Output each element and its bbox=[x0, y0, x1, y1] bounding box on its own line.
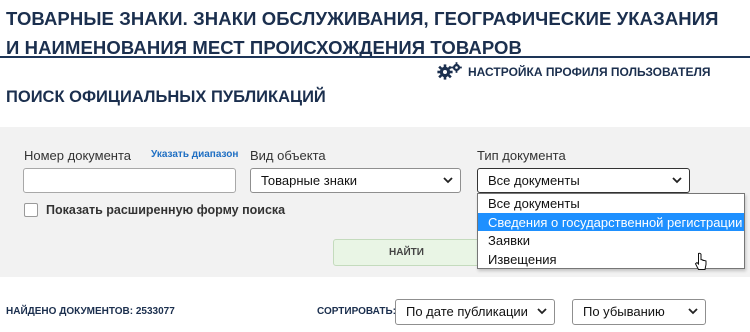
chevron-down-icon bbox=[537, 308, 547, 315]
doc-type-select[interactable]: Все документы bbox=[477, 168, 690, 193]
sort-by-select[interactable]: По дате публикации bbox=[395, 299, 555, 325]
specify-range-link[interactable]: Указать диапазон bbox=[151, 149, 238, 160]
doc-number-label: Номер документа bbox=[24, 148, 132, 163]
dropdown-option-all-documents[interactable]: Все документы bbox=[478, 194, 744, 213]
chevron-down-icon bbox=[688, 308, 698, 315]
object-type-select[interactable]: Товарные знаки bbox=[250, 168, 461, 193]
header-divider bbox=[0, 56, 750, 58]
dropdown-option-registration-info[interactable]: Сведения о государственной регистрации bbox=[478, 212, 744, 231]
profile-settings-link[interactable]: НАСТРОЙКА ПРОФИЛЯ ПОЛЬЗОВАТЕЛЯ bbox=[437, 61, 711, 83]
extended-form-label[interactable]: Показать расширенную форму поиска bbox=[46, 203, 285, 217]
dropdown-option-applications[interactable]: Заявки bbox=[478, 231, 744, 250]
documents-found-count: НАЙДЕНО ДОКУМЕНТОВ: 2533077 bbox=[6, 306, 175, 317]
sort-label: СОРТИРОВАТЬ: bbox=[317, 306, 396, 317]
find-button[interactable]: НАЙТИ bbox=[333, 239, 480, 266]
chevron-down-icon bbox=[672, 177, 682, 184]
section-title: ПОИСК ОФИЦИАЛЬНЫХ ПУБЛИКАЦИЙ bbox=[6, 88, 326, 106]
extended-form-checkbox[interactable] bbox=[24, 203, 38, 217]
object-type-value: Товарные знаки bbox=[261, 173, 358, 188]
page-header-title: ТОВАРНЫЕ ЗНАКИ. ЗНАКИ ОБСЛУЖИВАНИЯ, ГЕОГ… bbox=[6, 8, 719, 58]
doc-type-value: Все документы bbox=[488, 173, 580, 188]
doc-type-label: Тип документа bbox=[477, 148, 566, 163]
object-type-label: Вид объекта bbox=[250, 148, 326, 163]
sort-by-value: По дате публикации bbox=[406, 304, 528, 319]
gears-icon bbox=[437, 61, 463, 83]
doc-number-input[interactable] bbox=[23, 168, 236, 193]
chevron-down-icon bbox=[443, 177, 453, 184]
mouse-pointer-icon bbox=[694, 252, 707, 270]
profile-settings-label: НАСТРОЙКА ПРОФИЛЯ ПОЛЬЗОВАТЕЛЯ bbox=[468, 65, 711, 79]
sort-order-value: По убыванию bbox=[583, 304, 665, 319]
sort-order-select[interactable]: По убыванию bbox=[572, 299, 706, 325]
